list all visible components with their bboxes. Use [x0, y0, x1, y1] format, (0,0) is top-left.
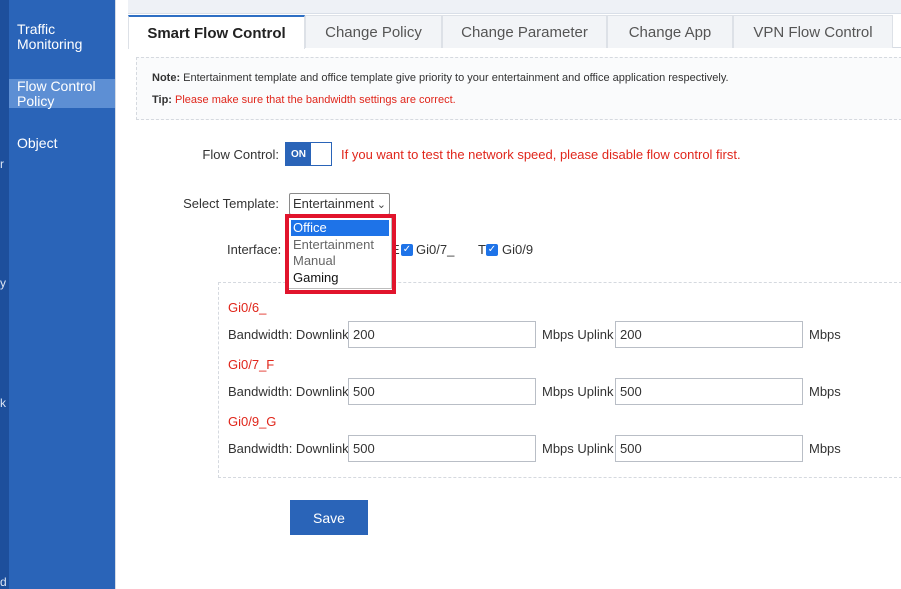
flow-control-label: Flow Control:: [202, 147, 279, 162]
strip-fragment: r: [0, 157, 4, 171]
top-bar: [128, 0, 901, 14]
sidebar-item-object[interactable]: Object: [9, 136, 115, 152]
strip-fragment: k: [0, 396, 6, 410]
port-name: Gi0/7_F: [228, 357, 275, 372]
sidebar-item-label: Flow Control: [17, 78, 96, 94]
highlight-box: [285, 214, 396, 294]
sidebar-item-flow-control-policy[interactable]: Flow Control Policy: [9, 78, 115, 109]
flow-control-warning: If you want to test the network speed, p…: [341, 147, 741, 162]
interface-checkbox[interactable]: ✓: [401, 244, 413, 256]
template-select[interactable]: Entertainment ⌄: [289, 193, 390, 215]
tab-bar: Smart Flow Control Change Policy Change …: [128, 15, 901, 49]
unit-label: Mbps: [809, 384, 841, 399]
downlink-input[interactable]: 500: [348, 435, 536, 462]
tip-label: Tip:: [152, 94, 172, 106]
uplink-label: Mbps Uplink: [542, 327, 614, 342]
uplink-input[interactable]: 500: [615, 378, 803, 405]
chevron-down-icon: ⌄: [376, 199, 386, 211]
sidebar-item-label: Traffic: [17, 21, 56, 37]
unit-label: Mbps: [809, 441, 841, 456]
sidebar-item-traffic-monitoring[interactable]: Traffic Monitoring: [9, 22, 115, 54]
tab-change-app[interactable]: Change App: [607, 15, 733, 48]
bandwidth-label: Bandwidth: Downlink: [228, 384, 349, 399]
tab-smart-flow-control[interactable]: Smart Flow Control: [128, 15, 305, 49]
port-name: Gi0/9_G: [228, 414, 277, 429]
strip-fragment: d: [0, 575, 7, 589]
sidebar-item-label: Object: [17, 135, 58, 151]
bandwidth-label: Bandwidth: Downlink: [228, 441, 349, 456]
main-content: Smart Flow Control Change Policy Change …: [115, 0, 901, 589]
interface-name: Gi0/9: [502, 242, 534, 257]
uplink-label: Mbps Uplink: [542, 384, 614, 399]
flow-control-toggle[interactable]: ON: [285, 142, 332, 166]
downlink-input[interactable]: 200: [348, 321, 536, 348]
uplink-input[interactable]: 500: [615, 435, 803, 462]
tip-line: Tip: Please make sure that the bandwidth…: [152, 94, 456, 106]
save-button[interactable]: Save: [290, 500, 368, 535]
tab-change-policy[interactable]: Change Policy: [305, 15, 442, 48]
bandwidth-label: Bandwidth: Downlink: [228, 327, 349, 342]
uplink-input[interactable]: 200: [615, 321, 803, 348]
tip-text: Please make sure that the bandwidth sett…: [171, 94, 456, 106]
sidebar-item-label: Policy: [17, 93, 55, 109]
strip-fragment: y: [0, 276, 6, 290]
interface-label: Interface:: [227, 242, 282, 257]
tab-vpn-flow-control[interactable]: VPN Flow Control: [733, 15, 893, 48]
uplink-label: Mbps Uplink: [542, 441, 614, 456]
note-line: Note: Entertainment template and office …: [152, 72, 729, 84]
interface-checkbox[interactable]: ✓: [486, 244, 498, 256]
select-template-label: Select Template:: [183, 196, 279, 211]
tab-change-parameter[interactable]: Change Parameter: [442, 15, 607, 48]
unit-label: Mbps: [809, 327, 841, 342]
interface-name: Gi0/7_: [416, 242, 455, 257]
note-text: Entertainment template and office templa…: [180, 72, 729, 84]
interface-partial-text: T: [478, 242, 486, 257]
downlink-input[interactable]: 500: [348, 378, 536, 405]
toggle-on-label: ON: [286, 143, 311, 165]
left-strip: r y k d: [0, 0, 9, 589]
note-label: Note:: [152, 72, 181, 84]
bandwidth-panel: Gi0/6_ Bandwidth: Downlink 200 Mbps Upli…: [218, 282, 901, 478]
template-selected-value: Entertainment: [293, 196, 374, 211]
sidebar: Traffic Monitoring Flow Control Policy O…: [9, 0, 115, 589]
sidebar-item-label: Monitoring: [17, 36, 83, 52]
note-box: Note: Entertainment template and office …: [136, 57, 901, 120]
port-name: Gi0/6_: [228, 300, 267, 315]
